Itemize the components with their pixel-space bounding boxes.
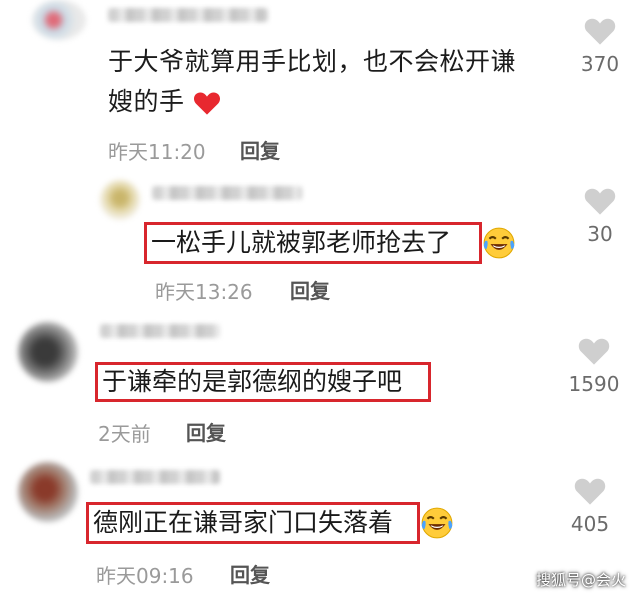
laughing-crying-emoji [483, 227, 515, 259]
comment-text-line: 于大爷就算用手比划，也不会松开谦 [108, 47, 517, 76]
reply-button[interactable]: 回复 [290, 275, 330, 304]
username-blurred[interactable] [152, 186, 302, 200]
like-button[interactable]: 30 [570, 186, 630, 246]
comment-text-highlighted: 一松手儿就被郭老师抢去了 [144, 222, 482, 264]
comment-text-part: 嫂的手 [108, 87, 185, 116]
comment-text: 德刚正在谦哥家门口失落着 [93, 508, 394, 537]
like-count: 1590 [568, 372, 620, 396]
laughing-crying-emoji [421, 507, 453, 539]
comment-time: 2天前 [98, 422, 151, 446]
red-heart-emoji [193, 92, 220, 115]
comment-text-highlighted: 于谦牵的是郭德纲的嫂子吧 [95, 362, 431, 402]
username-blurred[interactable] [108, 8, 268, 22]
username-blurred[interactable] [90, 470, 220, 484]
username-blurred[interactable] [100, 324, 220, 338]
heart-icon [584, 188, 616, 215]
heart-icon [578, 338, 610, 365]
comment-text: 于大爷就算用手比划，也不会松开谦 嫂的手 [108, 42, 558, 122]
reply-button[interactable]: 回复 [230, 559, 270, 588]
comment-text: 一松手儿就被郭老师抢去了 [151, 228, 452, 257]
like-count: 370 [580, 52, 620, 76]
watermark: 搜狐号@会火 [535, 571, 626, 589]
like-count: 30 [587, 222, 613, 246]
comment-text-line: 嫂的手 [108, 82, 558, 122]
comment-time: 昨天09:16 [96, 564, 194, 588]
comment-text: 于谦牵的是郭德纲的嫂子吧 [102, 367, 403, 396]
heart-icon [574, 478, 606, 505]
reply-button[interactable]: 回复 [240, 135, 280, 164]
like-button[interactable]: 370 [570, 16, 630, 76]
heart-icon [584, 18, 616, 45]
like-button[interactable]: 1590 [564, 336, 624, 396]
avatar[interactable] [18, 462, 78, 522]
comment-time: 昨天11:20 [108, 140, 206, 164]
reply-button[interactable]: 回复 [186, 417, 226, 446]
avatar[interactable] [18, 322, 78, 382]
like-count: 405 [570, 512, 610, 536]
comment-time: 昨天13:26 [155, 280, 253, 304]
avatar[interactable] [32, 0, 86, 40]
like-button[interactable]: 405 [560, 476, 620, 536]
comment-text-highlighted: 德刚正在谦哥家门口失落着 [86, 502, 420, 544]
avatar[interactable] [100, 180, 140, 220]
